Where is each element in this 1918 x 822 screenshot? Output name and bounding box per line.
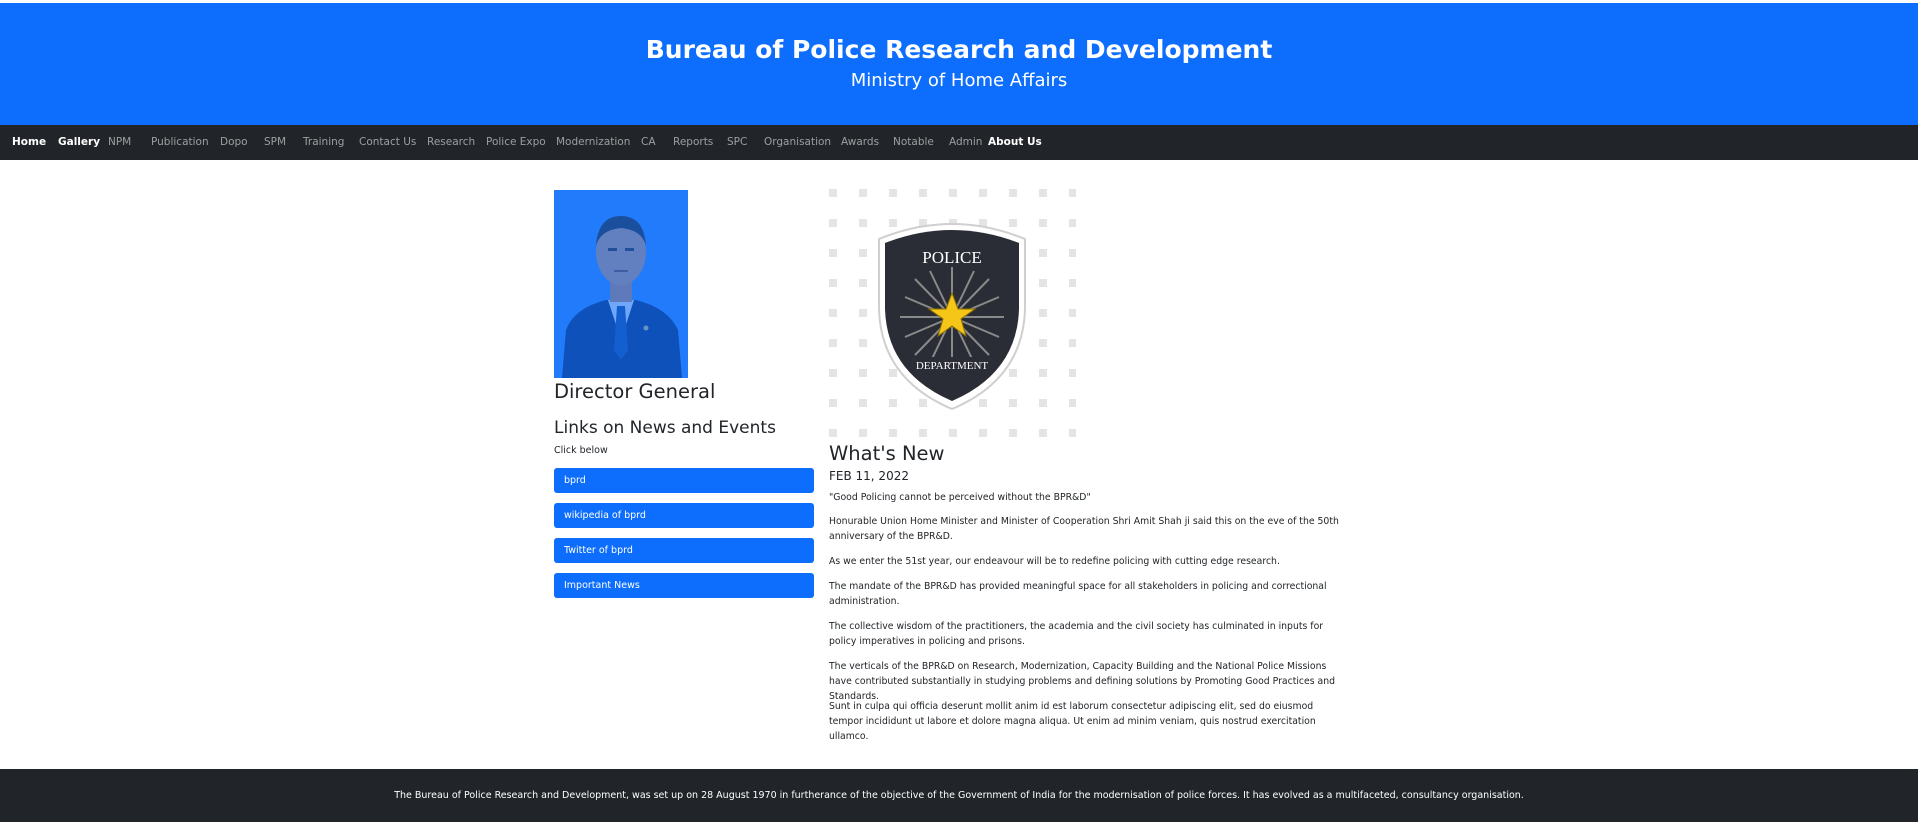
link-button-twitter[interactable]: Twitter of bprd xyxy=(554,538,814,563)
nav-modernization[interactable]: Modernization xyxy=(556,125,630,160)
click-below-label: Click below xyxy=(554,445,608,456)
badge-top-text: POLICE xyxy=(922,248,982,267)
nav-notable[interactable]: Notable xyxy=(893,125,934,160)
nav-about-us[interactable]: About Us xyxy=(988,125,1042,160)
main-navbar: Home Gallery NPM Publication Dopo SPM Tr… xyxy=(0,125,1918,160)
site-header: Bureau of Police Research and Developmen… xyxy=(0,3,1918,125)
nav-ca[interactable]: CA xyxy=(641,125,656,160)
news-paragraph: Sunt in culpa qui officia deserunt molli… xyxy=(829,701,1316,742)
nav-home[interactable]: Home xyxy=(12,125,46,160)
whats-new-heading: What's New xyxy=(829,442,945,465)
photo-tint-overlay xyxy=(554,190,688,378)
link-button-important-news[interactable]: Important News xyxy=(554,573,814,598)
news-paragraph: "Good Policing cannot be perceived witho… xyxy=(829,492,1091,503)
site-subtitle: Ministry of Home Affairs xyxy=(850,70,1068,91)
news-date: FEB 11, 2022 xyxy=(829,469,909,483)
nav-publication[interactable]: Publication xyxy=(151,125,209,160)
site-title: Bureau of Police Research and Developmen… xyxy=(645,35,1273,64)
news-paragraph: Honurable Union Home Minister and Minist… xyxy=(829,516,1339,542)
nav-police-expo[interactable]: Police Expo xyxy=(486,125,546,160)
police-department-badge-image: POLICE DEPARTMENT xyxy=(829,189,1076,441)
nav-spc[interactable]: SPC xyxy=(727,125,747,160)
nav-training[interactable]: Training xyxy=(303,125,344,160)
news-paragraph: The verticals of the BPR&D on Research, … xyxy=(829,661,1336,702)
site-footer: The Bureau of Police Research and Develo… xyxy=(0,769,1918,822)
nav-spm[interactable]: SPM xyxy=(264,125,286,160)
director-general-photo xyxy=(554,190,688,378)
link-button-wikipedia[interactable]: wikipedia of bprd xyxy=(554,503,814,528)
nav-npm[interactable]: NPM xyxy=(108,125,131,160)
news-paragraph: The collective wisdom of the practitione… xyxy=(829,621,1324,647)
nav-awards[interactable]: Awards xyxy=(841,125,879,160)
badge-bottom-text: DEPARTMENT xyxy=(916,360,989,372)
director-general-title: Director General xyxy=(554,380,716,403)
nav-contact-us[interactable]: Contact Us xyxy=(359,125,416,160)
nav-gallery[interactable]: Gallery xyxy=(58,125,100,160)
news-paragraph: The mandate of the BPR&D has provided me… xyxy=(829,581,1327,607)
nav-reports[interactable]: Reports xyxy=(673,125,713,160)
nav-dopo[interactable]: Dopo xyxy=(220,125,248,160)
nav-organisation[interactable]: Organisation xyxy=(764,125,831,160)
links-heading: Links on News and Events xyxy=(554,418,776,438)
nav-research[interactable]: Research xyxy=(427,125,475,160)
news-paragraph: As we enter the 51st year, our endeavour… xyxy=(829,556,1280,567)
link-button-bprd[interactable]: bprd xyxy=(554,468,814,493)
police-badge-icon: POLICE DEPARTMENT xyxy=(829,189,1076,441)
footer-text: The Bureau of Police Research and Develo… xyxy=(394,790,1524,801)
nav-admin[interactable]: Admin xyxy=(949,125,982,160)
